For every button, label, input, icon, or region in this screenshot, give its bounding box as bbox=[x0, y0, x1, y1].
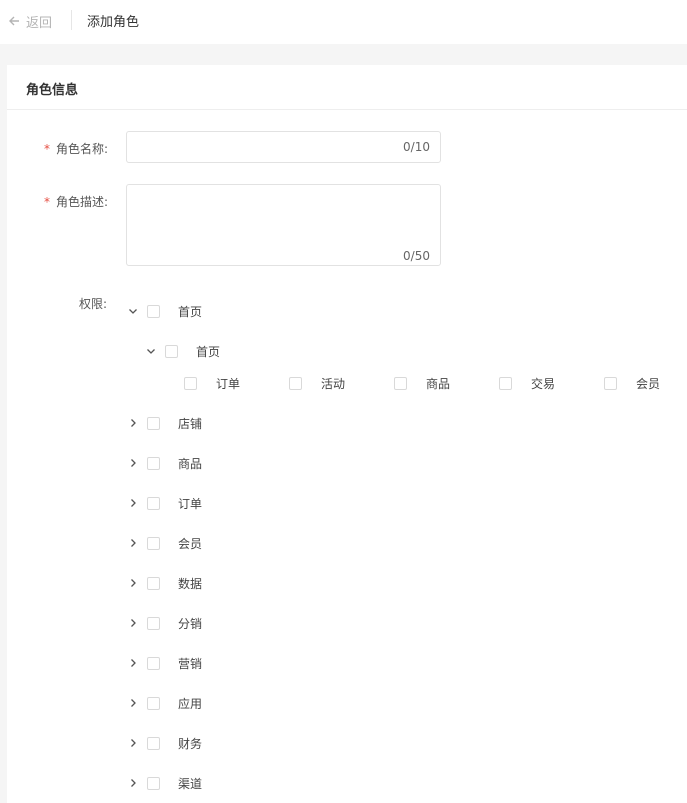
required-mark: * bbox=[44, 142, 50, 156]
tree-label: 分销 bbox=[178, 616, 203, 631]
tree-checkbox[interactable] bbox=[499, 376, 512, 390]
tree-label: 营销 bbox=[178, 656, 203, 671]
tree-node-collapsed[interactable]: 商品 bbox=[127, 453, 202, 473]
tree-label: 店铺 bbox=[178, 416, 203, 431]
tree-leaf-3[interactable]: 交易 bbox=[499, 373, 555, 393]
top-bar: 返回 添加角色 bbox=[0, 0, 687, 44]
chevron-down-icon[interactable] bbox=[127, 305, 139, 317]
tree-label: 订单 bbox=[216, 376, 241, 391]
tree-checkbox[interactable] bbox=[147, 416, 160, 430]
tree-checkbox[interactable] bbox=[147, 696, 160, 710]
tree-checkbox[interactable] bbox=[394, 376, 407, 390]
tree-checkbox[interactable] bbox=[147, 736, 160, 750]
tree-label: 应用 bbox=[178, 696, 203, 711]
tree-node-home-child[interactable]: 首页 bbox=[145, 341, 220, 361]
tree-node-collapsed[interactable]: 营销 bbox=[127, 653, 202, 673]
chevron-right-icon[interactable] bbox=[127, 577, 139, 589]
tree-node-home[interactable]: 首页 bbox=[127, 301, 202, 321]
tree-checkbox[interactable] bbox=[604, 376, 617, 390]
tree-leaf-2[interactable]: 商品 bbox=[394, 373, 450, 393]
tree-label: 会员 bbox=[178, 536, 203, 551]
tree-label: 订单 bbox=[178, 496, 203, 511]
tree-checkbox[interactable] bbox=[184, 376, 197, 390]
back-label: 返回 bbox=[26, 15, 53, 31]
tree-node-collapsed[interactable]: 渠道 bbox=[127, 773, 202, 793]
tree-checkbox[interactable] bbox=[147, 776, 160, 790]
tree-node-collapsed[interactable]: 店铺 bbox=[127, 413, 202, 433]
tree-node-collapsed[interactable]: 分销 bbox=[127, 613, 202, 633]
chevron-right-icon[interactable] bbox=[127, 697, 139, 709]
chevron-right-icon[interactable] bbox=[127, 737, 139, 749]
tree-label: 首页 bbox=[196, 344, 221, 359]
chevron-down-icon[interactable] bbox=[145, 345, 157, 357]
tree-checkbox[interactable] bbox=[147, 456, 160, 470]
chevron-right-icon[interactable] bbox=[127, 537, 139, 549]
tree-node-collapsed[interactable]: 财务 bbox=[127, 733, 202, 753]
role-info-card: 角色信息 * 角色名称: 0/10 * 角色描述: 0/50 权限: 首页 首页 订… bbox=[7, 65, 687, 803]
tree-label: 商品 bbox=[178, 456, 203, 471]
chevron-right-icon[interactable] bbox=[127, 497, 139, 509]
tree-leaf-4[interactable]: 会员 bbox=[604, 373, 660, 393]
tree-label: 数据 bbox=[178, 576, 203, 591]
tree-node-collapsed[interactable]: 订单 bbox=[127, 493, 202, 513]
card-header: 角色信息 bbox=[7, 65, 687, 110]
tree-node-collapsed[interactable]: 会员 bbox=[127, 533, 202, 553]
chevron-right-icon[interactable] bbox=[127, 657, 139, 669]
back-button[interactable]: 返回 bbox=[8, 11, 52, 31]
chevron-right-icon[interactable] bbox=[127, 457, 139, 469]
required-mark: * bbox=[44, 195, 50, 209]
tree-leaf-1[interactable]: 活动 bbox=[289, 373, 345, 393]
tree-label: 渠道 bbox=[178, 776, 203, 791]
tree-label: 活动 bbox=[321, 376, 346, 391]
tree-checkbox[interactable] bbox=[147, 304, 160, 318]
tree-checkbox[interactable] bbox=[147, 576, 160, 590]
card-title: 角色信息 bbox=[26, 83, 79, 98]
tree-label: 商品 bbox=[426, 376, 451, 391]
role-name-counter: 0/10 bbox=[403, 140, 430, 154]
tree-checkbox[interactable] bbox=[165, 344, 178, 358]
divider bbox=[71, 10, 72, 30]
tree-label: 首页 bbox=[178, 304, 203, 319]
tree-node-collapsed[interactable]: 数据 bbox=[127, 573, 202, 593]
tree-leaf-0[interactable]: 订单 bbox=[184, 373, 240, 393]
tree-checkbox[interactable] bbox=[147, 616, 160, 630]
tree-checkbox[interactable] bbox=[147, 536, 160, 550]
tree-label: 财务 bbox=[178, 736, 203, 751]
role-desc-textarea[interactable]: 0/50 bbox=[126, 184, 441, 266]
arrow-left-icon bbox=[9, 16, 19, 26]
tree-checkbox[interactable] bbox=[289, 376, 302, 390]
tree-node-collapsed[interactable]: 应用 bbox=[127, 693, 202, 713]
tree-label: 会员 bbox=[636, 376, 661, 391]
chevron-right-icon[interactable] bbox=[127, 617, 139, 629]
chevron-right-icon[interactable] bbox=[127, 417, 139, 429]
tree-checkbox[interactable] bbox=[147, 656, 160, 670]
role-desc-counter: 0/50 bbox=[403, 249, 430, 263]
role-name-label: * 角色名称: bbox=[44, 142, 109, 156]
chevron-right-icon[interactable] bbox=[127, 777, 139, 789]
tree-label: 交易 bbox=[531, 376, 556, 391]
permissions-label: 权限: bbox=[79, 297, 108, 311]
page-title: 添加角色 bbox=[87, 15, 140, 30]
tree-checkbox[interactable] bbox=[147, 496, 160, 510]
role-desc-label: * 角色描述: bbox=[44, 195, 109, 209]
role-name-input[interactable]: 0/10 bbox=[126, 131, 441, 163]
